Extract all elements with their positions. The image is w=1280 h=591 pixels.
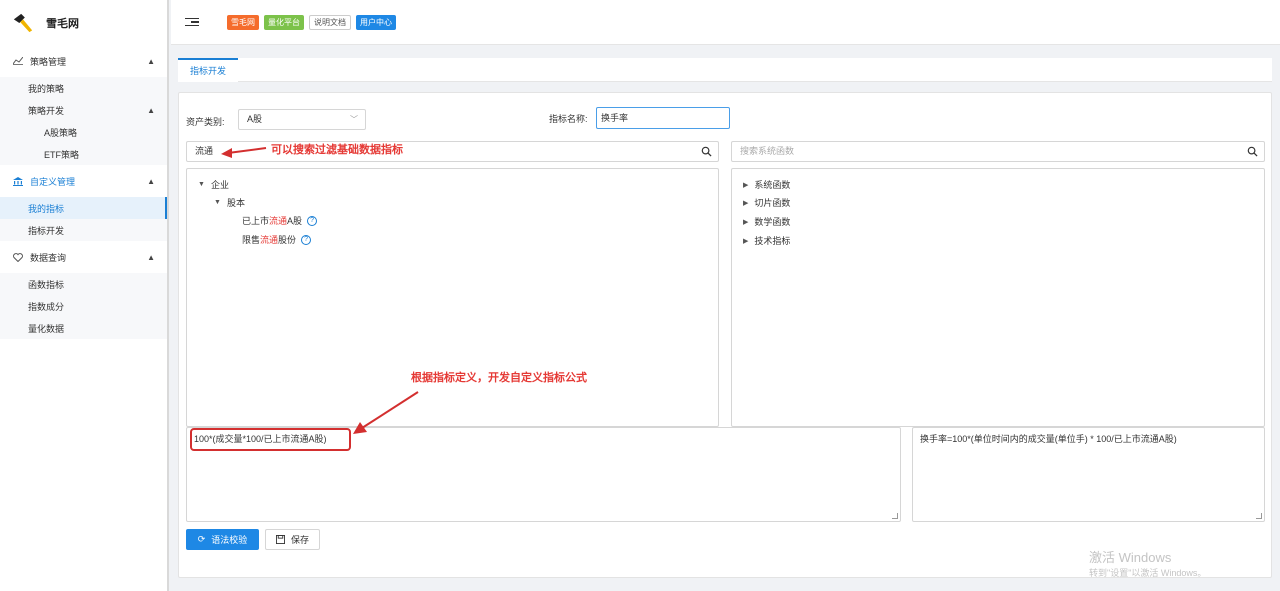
search-icon[interactable] — [701, 146, 712, 157]
menu-data[interactable]: 数据查询 ▲ — [0, 241, 167, 273]
annotation-search-hint: 可以搜索过滤基础数据指标 — [271, 143, 403, 156]
submenu-strategy: 我的策略 策略开发 ▲ A股策略 ETF策略 — [0, 77, 167, 165]
resize-handle-icon[interactable] — [1256, 513, 1262, 519]
sidebar-item-index-components[interactable]: 指数成分 — [0, 295, 167, 317]
watermark-settings: 转到"设置"以激活 Windows。 — [1089, 568, 1207, 578]
tree-node-label: 切片函数 — [754, 198, 791, 208]
bank-icon — [12, 176, 24, 186]
leaf-highlight: 流通 — [260, 235, 279, 245]
caret-right-icon: ▶ — [743, 218, 749, 226]
menu-toggle-icon[interactable] — [185, 17, 199, 27]
left-search-input[interactable]: 流通 — [186, 141, 719, 162]
caret-down-icon: ▼ — [198, 181, 205, 188]
save-icon — [275, 535, 285, 544]
left-tree-panel — [186, 168, 719, 427]
tree-node-share-capital[interactable]: ▼ 股本 — [214, 196, 245, 209]
sidebar-item-a-share-strategy[interactable]: A股策略 — [0, 121, 167, 143]
chevron-up-icon: ▲ — [147, 176, 155, 186]
tag-user-center[interactable]: 用户中心 — [356, 14, 396, 30]
watermark-activate: 激活 Windows — [1089, 550, 1172, 565]
sidebar: 雪毛网 策略管理 ▲ 我的策略 策略开发 ▲ A股策略 ETF策略 自定义管理 … — [0, 0, 169, 591]
asset-type-select[interactable]: A股 ﹀ — [238, 109, 366, 130]
search-icon[interactable] — [1247, 146, 1258, 157]
tree-node-enterprise[interactable]: ▼ 企业 — [198, 178, 229, 191]
menu-data-label: 数据查询 — [30, 252, 67, 263]
chevron-down-icon: ﹀ — [350, 115, 358, 124]
save-button[interactable]: 保存 — [265, 529, 320, 550]
tag-quant-platform[interactable]: 量化平台 — [264, 14, 304, 30]
right-tree-panel — [731, 168, 1265, 427]
chevron-up-icon: ▲ — [147, 105, 155, 115]
tag-xuemao[interactable]: 雪毛网 — [227, 14, 259, 30]
annotation-highlight-ring — [190, 428, 351, 451]
caret-right-icon: ▶ — [743, 237, 749, 245]
sidebar-item-strategy-dev-label: 策略开发 — [28, 105, 65, 116]
hammer-icon — [13, 13, 33, 32]
sidebar-item-strategy-dev[interactable]: 策略开发 ▲ — [0, 99, 167, 121]
tree-leaf-restricted-float[interactable]: 限售 流通 股份 ? — [242, 233, 312, 246]
menu-strategy[interactable]: 策略管理 ▲ — [0, 45, 167, 77]
submenu-data: 函数指标 指数成分 量化数据 — [0, 273, 167, 339]
leaf-text: 已上市 — [242, 216, 270, 226]
tab-bar: 指标开发 — [178, 58, 1272, 82]
tree-node-label: 系统函数 — [754, 180, 791, 190]
left-search-value: 流通 — [195, 146, 214, 156]
app-title: 雪毛网 — [46, 17, 79, 30]
tab-index-dev[interactable]: 指标开发 — [178, 58, 239, 82]
help-icon[interactable]: ? — [307, 215, 318, 226]
tree-node-slice-func[interactable]: ▶ 切片函数 — [743, 196, 790, 209]
submenu-custom: 我的指标 指标开发 — [0, 197, 167, 241]
chevron-up-icon: ▲ — [147, 252, 155, 262]
leaf-highlight: 流通 — [269, 216, 288, 226]
description-textarea[interactable]: 换手率=100*(单位时间内的成交量(单位手) * 100/已上市流通A股) — [912, 427, 1265, 522]
description-value: 换手率=100*(单位时间内的成交量(单位手) * 100/已上市流通A股) — [920, 434, 1177, 444]
save-label: 保存 — [290, 535, 309, 545]
topbar: 雪毛网 量化平台 说明文档 用户中心 — [171, 0, 1280, 45]
leaf-text: 限售 — [242, 235, 261, 245]
chevron-up-icon: ▲ — [147, 56, 155, 66]
menu-strategy-label: 策略管理 — [30, 56, 67, 67]
menu-custom[interactable]: 自定义管理 ▲ — [0, 165, 167, 197]
sidebar-item-my-index[interactable]: 我的指标 — [0, 197, 167, 219]
leaf-text: A股 — [287, 216, 303, 226]
sidebar-item-etf-strategy[interactable]: ETF策略 — [0, 143, 167, 165]
asset-type-label: 资产类别: — [186, 117, 225, 127]
logo[interactable]: 雪毛网 — [0, 0, 167, 45]
help-icon[interactable]: ? — [301, 234, 312, 245]
tree-leaf-listed-float-a[interactable]: 已上市 流通 A股 ? — [242, 214, 318, 227]
validate-syntax-button[interactable]: ⟳ 语法校验 — [186, 529, 259, 550]
right-search-placeholder: 搜索系统函数 — [740, 146, 795, 156]
sidebar-item-index-dev[interactable]: 指标开发 — [0, 219, 167, 241]
tree-node-label: 技术指标 — [754, 236, 791, 246]
right-search-input[interactable]: 搜索系统函数 — [731, 141, 1265, 162]
caret-down-icon: ▼ — [214, 199, 221, 206]
sidebar-item-quant-data[interactable]: 量化数据 — [0, 317, 167, 339]
validate-syntax-label: 语法校验 — [211, 535, 248, 545]
tree-node-enterprise-label: 企业 — [210, 180, 229, 190]
refresh-icon: ⟳ — [197, 534, 206, 544]
tree-node-label: 数学函数 — [754, 217, 791, 227]
annotation-formula-hint: 根据指标定义，开发自定义指标公式 — [411, 371, 587, 384]
caret-right-icon: ▶ — [743, 199, 749, 207]
tree-node-share-capital-label: 股本 — [226, 198, 245, 208]
leaf-text: 股份 — [278, 235, 297, 245]
index-name-label: 指标名称: — [549, 114, 588, 124]
tag-docs[interactable]: 说明文档 — [309, 14, 351, 30]
caret-right-icon: ▶ — [743, 181, 749, 189]
tree-node-tech-index[interactable]: ▶ 技术指标 — [743, 234, 790, 247]
tree-node-system-func[interactable]: ▶ 系统函数 — [743, 178, 790, 191]
resize-handle-icon[interactable] — [892, 513, 898, 519]
sidebar-item-my-strategy[interactable]: 我的策略 — [0, 77, 167, 99]
asset-type-value: A股 — [247, 114, 263, 124]
tree-node-math-func[interactable]: ▶ 数学函数 — [743, 215, 790, 228]
menu-custom-label: 自定义管理 — [30, 176, 76, 187]
index-name-input[interactable]: 换手率 — [596, 107, 730, 129]
sidebar-item-func-index[interactable]: 函数指标 — [0, 273, 167, 295]
heart-icon — [12, 252, 24, 262]
chart-line-icon — [12, 57, 24, 65]
